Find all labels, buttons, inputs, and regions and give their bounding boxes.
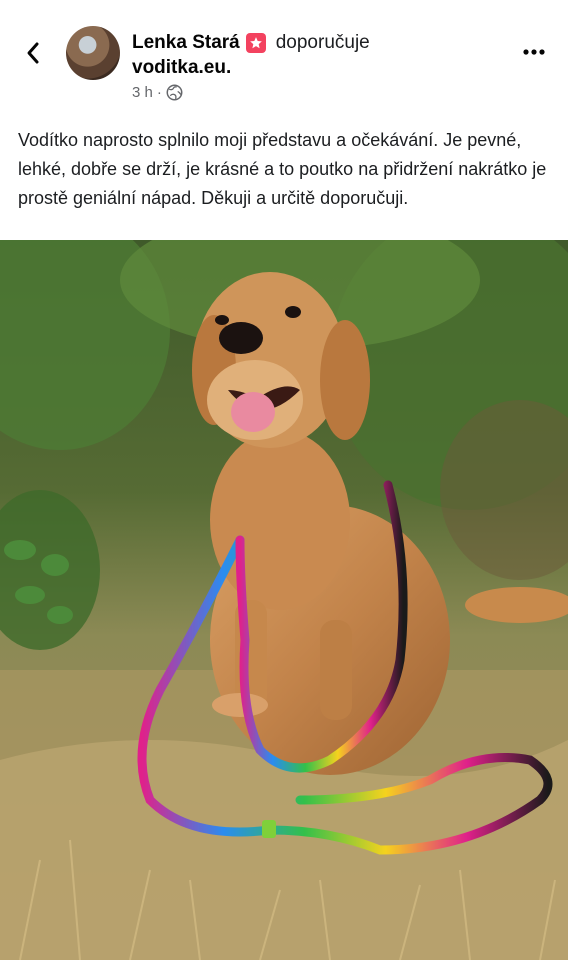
more-options-button[interactable] — [522, 40, 546, 64]
author-name[interactable]: Lenka Stará — [132, 30, 240, 56]
post-body-text: Vodítko naprosto splnilo moji představu … — [18, 130, 547, 208]
post-meta: Lenka Stará doporučuje voditka.eu. 3 h · — [132, 30, 492, 101]
more-horizontal-icon — [523, 49, 545, 55]
post-time[interactable]: 3 h — [132, 84, 153, 101]
post-header: Lenka Stará doporučuje voditka.eu. 3 h · — [0, 0, 568, 120]
recommend-star-icon — [245, 33, 266, 53]
back-button[interactable] — [18, 38, 48, 68]
avatar[interactable] — [66, 26, 120, 80]
globe-icon — [166, 84, 183, 101]
post-photo[interactable] — [0, 240, 568, 960]
chevron-left-icon — [27, 42, 39, 64]
separator-dot: · — [156, 84, 162, 101]
author-line: Lenka Stará doporučuje — [132, 30, 492, 56]
page-link[interactable]: voditka.eu. — [132, 56, 492, 80]
post-subtitle: 3 h · — [132, 84, 492, 101]
recommend-verb: doporučuje — [275, 32, 370, 53]
